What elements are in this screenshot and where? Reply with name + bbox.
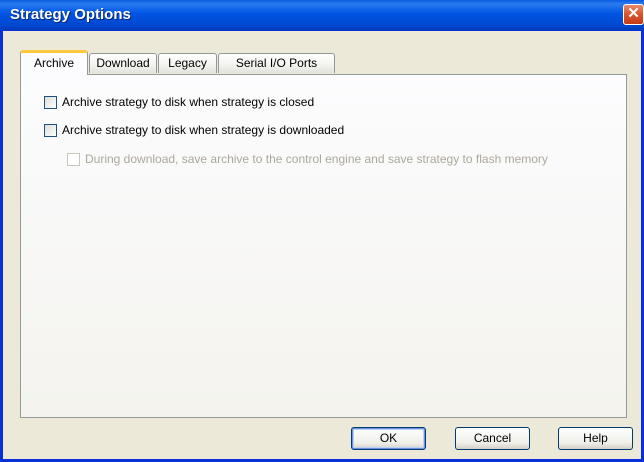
archive-on-close-checkbox[interactable] <box>44 95 57 109</box>
tab-serial-io-ports[interactable]: Serial I/O Ports <box>218 53 335 73</box>
archive-on-download-checkbox[interactable] <box>44 123 57 137</box>
archive-on-download-label[interactable]: Archive strategy to disk when strategy i… <box>62 123 344 137</box>
title-bar[interactable]: Strategy Options ✕ <box>0 0 644 31</box>
strategy-options-dialog: Strategy Options ✕ Archive Download Lega… <box>0 0 644 462</box>
cancel-button[interactable]: Cancel <box>455 427 530 450</box>
tab-label: Legacy <box>168 56 207 70</box>
window-title: Strategy Options <box>10 6 131 23</box>
close-button[interactable]: ✕ <box>623 4 644 25</box>
tab-label: Archive <box>33 56 74 70</box>
tab-label: Serial I/O Ports <box>235 56 318 70</box>
tab-label: Download <box>96 56 150 70</box>
archive-on-download-option[interactable]: Archive strategy to disk when strategy i… <box>44 122 344 138</box>
tab-download[interactable]: Download <box>89 53 157 73</box>
tab-legacy[interactable]: Legacy <box>158 53 217 73</box>
tab-strip: Archive Download Legacy Serial I/O Ports <box>20 50 640 75</box>
archive-on-close-label[interactable]: Archive strategy to disk when strategy i… <box>62 95 314 109</box>
save-to-flash-option: During download, save archive to the con… <box>67 151 548 167</box>
save-to-flash-checkbox <box>67 152 80 166</box>
tab-archive[interactable]: Archive <box>20 50 88 75</box>
help-button[interactable]: Help <box>558 427 633 450</box>
archive-on-close-option[interactable]: Archive strategy to disk when strategy i… <box>44 94 314 110</box>
archive-tab-panel: Archive strategy to disk when strategy i… <box>20 74 627 418</box>
ok-button[interactable]: OK <box>351 427 426 450</box>
close-icon: ✕ <box>627 5 640 22</box>
save-to-flash-label: During download, save archive to the con… <box>85 152 548 166</box>
